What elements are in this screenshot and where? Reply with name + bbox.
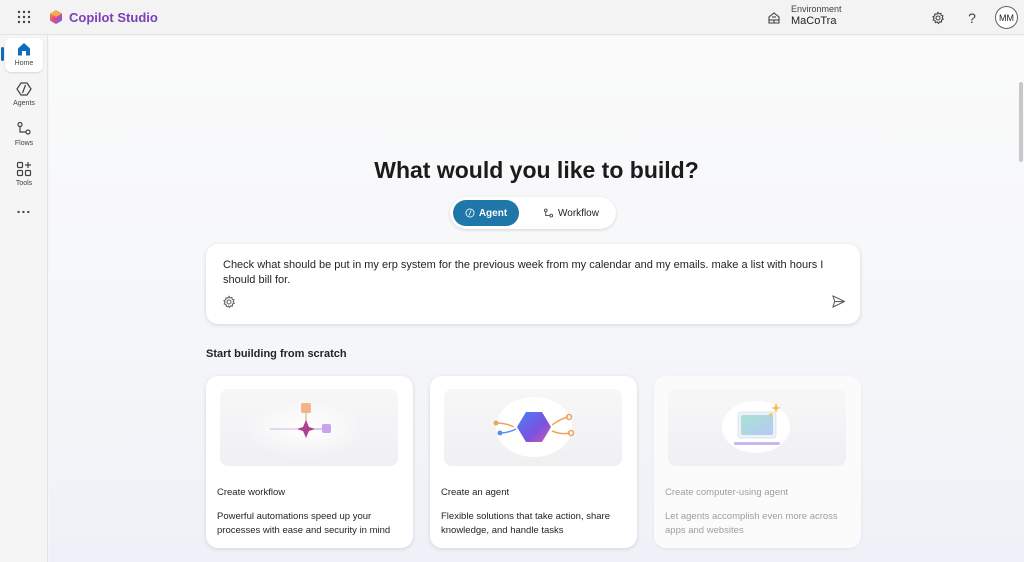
create-agent-card[interactable]: Create an agent Flexible solutions that … (430, 376, 637, 548)
sidebar-item-tools[interactable]: Tools (5, 158, 43, 192)
tools-icon (16, 161, 32, 177)
agent-mode-button[interactable]: Agent (453, 200, 519, 226)
settings-button[interactable] (928, 8, 948, 28)
workflow-mode-label: Workflow (558, 207, 599, 219)
prompt-input[interactable]: Check what should be put in my erp syste… (206, 244, 860, 324)
active-indicator (1, 47, 4, 61)
prompt-text[interactable]: Check what should be put in my erp syste… (223, 258, 847, 288)
sidebar-item-label: Flows (14, 140, 34, 147)
top-bar: Copilot Studio Environment MaCoTra ? MM (0, 0, 1024, 35)
environment-value[interactable]: MaCoTra (791, 15, 836, 27)
app-launcher-icon[interactable] (16, 9, 32, 25)
card-title: Create an agent (441, 487, 510, 498)
home-icon (18, 43, 30, 56)
sidebar-item-label: Agents (13, 100, 35, 107)
workflow-mode-button[interactable]: Workflow (536, 200, 606, 226)
help-button[interactable]: ? (962, 8, 982, 28)
settings-icon[interactable] (222, 295, 236, 309)
agent-icon (465, 208, 475, 218)
workflow-icon (543, 208, 554, 217)
sidebar-item-home[interactable]: Home (5, 38, 43, 72)
environment-label: Environment (791, 4, 842, 14)
create-workflow-card[interactable]: Create workflow Powerful automations spe… (206, 376, 413, 548)
agents-icon (16, 82, 32, 96)
workflow-illustration (220, 389, 398, 466)
environment-icon[interactable] (766, 10, 782, 26)
avatar[interactable]: MM (995, 6, 1018, 29)
agent-mode-label: Agent (478, 207, 508, 219)
card-title: Create computer-using agent (665, 487, 789, 498)
gear-icon (932, 11, 945, 25)
create-computer-using-agent-card: Create computer-using agent Let agents a… (654, 376, 861, 548)
sidebar-item-flows[interactable]: Flows (5, 118, 43, 152)
card-title: Create workflow (217, 487, 286, 498)
section-title: Start building from scratch (206, 348, 347, 360)
card-description: Powerful automations speed up your proce… (217, 511, 391, 536)
more-options-button[interactable]: ... (12, 201, 36, 219)
app-title[interactable]: Copilot Studio (69, 10, 158, 25)
sidebar-item-label: Home (14, 60, 34, 67)
page-title: What would you like to build? (374, 157, 699, 183)
send-icon[interactable] (831, 294, 846, 309)
scrollbar[interactable] (1019, 82, 1023, 162)
copilot-studio-logo (50, 10, 62, 24)
card-description: Flexible solutions that take action, sha… (441, 511, 610, 536)
flows-icon (17, 121, 31, 135)
agent-illustration (444, 389, 622, 466)
computer-agent-illustration (668, 389, 846, 466)
build-mode-toggle: Agent Workflow (450, 197, 616, 229)
card-description: Let agents accomplish even more across a… (665, 511, 838, 536)
sidebar-item-agents[interactable]: Agents (5, 78, 43, 112)
sidebar-item-label: Tools (15, 180, 33, 187)
main-content: What would you like to build? Agent Work… (49, 36, 1024, 562)
sidebar: Home Agents Flows Tools ... (0, 35, 48, 562)
